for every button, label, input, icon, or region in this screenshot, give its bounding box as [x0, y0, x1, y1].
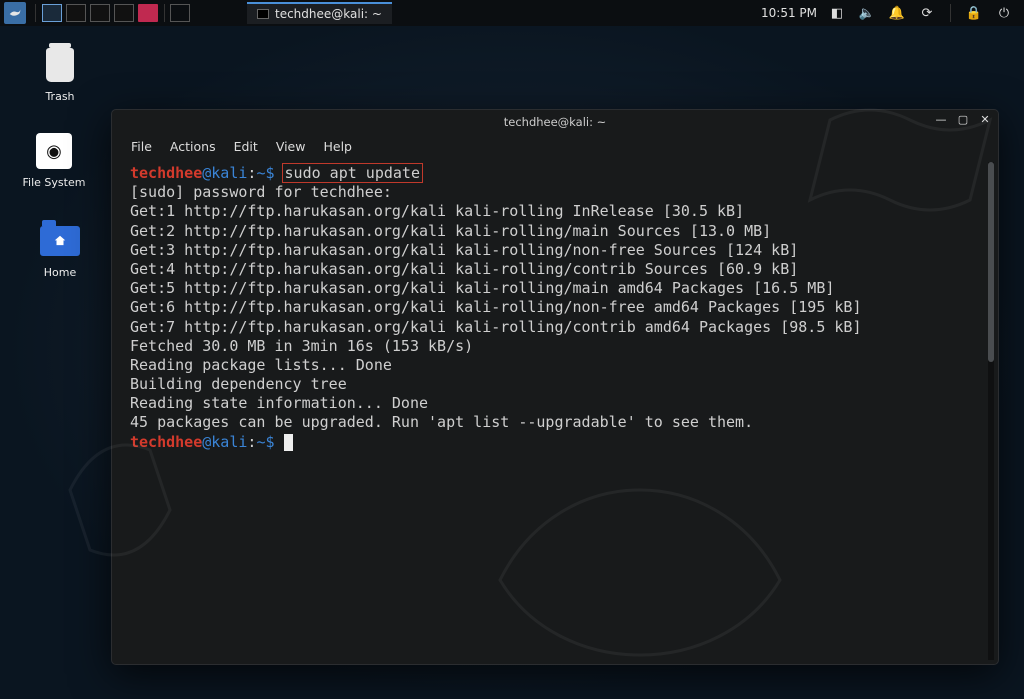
desktop-icon-filesystem[interactable]: File System [14, 130, 94, 189]
top-panel: techdhee@kali: ~ 10:51 PM ◧ 🔈 🔔 ⟳ 🔒 ⏻ [0, 0, 1024, 26]
workspace-3[interactable] [90, 4, 110, 22]
desktop-icon-label: Home [20, 266, 100, 279]
terminal-icon [257, 9, 269, 19]
terminal-title: techdhee@kali: ~ [504, 115, 607, 129]
prompt-user: techdhee [130, 164, 202, 182]
prompt-host: kali [211, 164, 247, 182]
prompt-line: techdhee@kali:~$ sudo apt update [130, 164, 980, 183]
terminal-titlebar[interactable]: techdhee@kali: ~ — ▢ ✕ [112, 110, 998, 134]
panel-launcher[interactable] [170, 4, 190, 22]
terminal-output: [sudo] password for techdhee: Get:1 http… [130, 183, 980, 432]
volume-icon[interactable]: 🔈 [857, 3, 877, 23]
menu-help[interactable]: Help [314, 136, 361, 157]
prompt-line-2: techdhee@kali:~$ [130, 433, 980, 452]
terminal-menubar: File Actions Edit View Help [112, 134, 998, 158]
terminal-body[interactable]: techdhee@kali:~$ sudo apt update [sudo] … [112, 158, 998, 664]
app-menu-button[interactable] [4, 2, 26, 24]
workspace-4[interactable] [114, 4, 134, 22]
prompt-dollar: $ [265, 164, 274, 182]
terminal-window: techdhee@kali: ~ — ▢ ✕ File Actions Edit… [111, 109, 999, 665]
minimize-button[interactable]: — [934, 112, 948, 126]
prompt-dollar: $ [265, 433, 274, 451]
drive-icon [36, 133, 72, 169]
menu-edit[interactable]: Edit [225, 136, 267, 157]
taskbar-app-title: techdhee@kali: ~ [275, 7, 382, 21]
trash-icon [46, 48, 74, 82]
taskbar-terminal[interactable]: techdhee@kali: ~ [247, 2, 392, 24]
updates-icon[interactable]: ⟳ [917, 3, 937, 23]
kali-dragon-icon [8, 6, 22, 20]
desktop-icon-home[interactable]: Home [20, 220, 100, 279]
desktop-icon-label: Trash [20, 90, 100, 103]
lock-icon[interactable]: 🔒 [964, 3, 984, 23]
desktop-switcher-icon[interactable]: ◧ [827, 3, 847, 23]
show-desktop-button[interactable] [138, 4, 158, 22]
menu-file[interactable]: File [122, 136, 161, 157]
menu-actions[interactable]: Actions [161, 136, 225, 157]
prompt-at: @ [202, 164, 211, 182]
prompt-user: techdhee [130, 433, 202, 451]
clock[interactable]: 10:51 PM [761, 6, 817, 20]
highlighted-command: sudo apt update [282, 163, 423, 183]
maximize-button[interactable]: ▢ [956, 112, 970, 126]
close-button[interactable]: ✕ [978, 112, 992, 126]
menu-view[interactable]: View [267, 136, 315, 157]
notifications-icon[interactable]: 🔔 [887, 3, 907, 23]
prompt-at: @ [202, 433, 211, 451]
prompt-host: kali [211, 433, 247, 451]
power-icon[interactable]: ⏻ [994, 3, 1014, 23]
desktop-icon-label: File System [14, 176, 94, 189]
scrollbar-thumb[interactable] [988, 162, 994, 362]
desktop-icon-trash[interactable]: Trash [20, 44, 100, 103]
workspace-1[interactable] [42, 4, 62, 22]
workspace-2[interactable] [66, 4, 86, 22]
cursor [284, 434, 293, 451]
home-folder-icon [40, 226, 80, 256]
